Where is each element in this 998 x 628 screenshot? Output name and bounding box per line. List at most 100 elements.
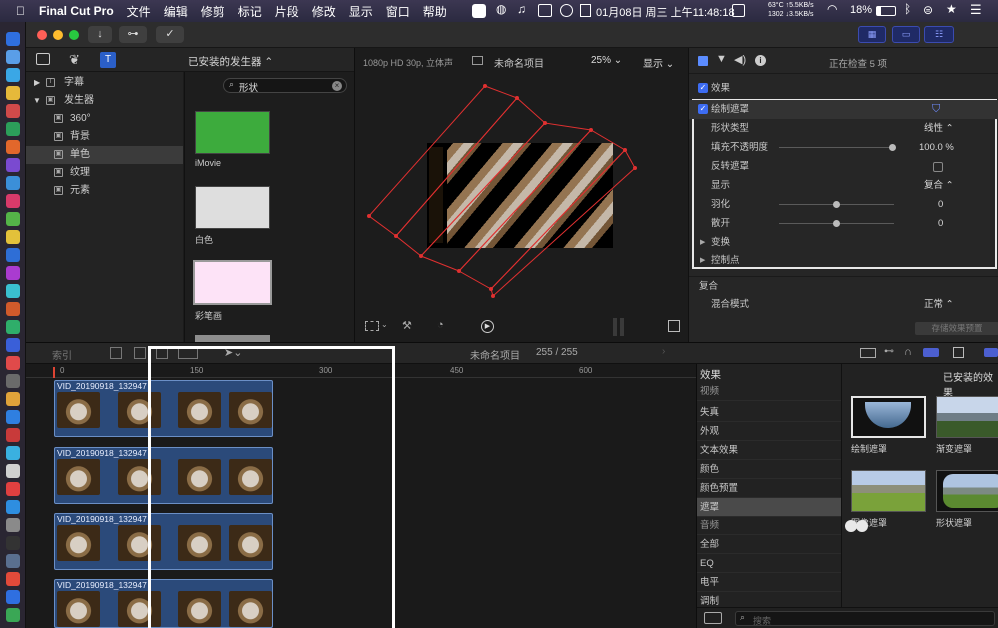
dock-app-icon[interactable] <box>6 446 20 460</box>
globe-icon[interactable]: ◍ <box>496 2 506 16</box>
show-timeline-button[interactable]: ▭ <box>892 26 920 43</box>
clapper-icon[interactable] <box>36 53 50 65</box>
blend-mode-select[interactable]: 正常 ⌃ <box>924 295 954 314</box>
info-icon[interactable]: i <box>755 55 766 66</box>
menu-help[interactable]: 帮助 <box>423 3 447 20</box>
dock-app-icon[interactable] <box>6 320 20 334</box>
close-window-button[interactable] <box>37 30 47 40</box>
effects-category-video[interactable]: 视频 <box>697 382 841 401</box>
dock-app-icon[interactable] <box>6 104 20 118</box>
save-effects-preset-button[interactable]: 存储效果预置 <box>915 322 998 335</box>
show-inspector-button[interactable]: ☷ <box>924 26 954 43</box>
dock-app-icon[interactable] <box>6 608 20 622</box>
dock-app-icon[interactable] <box>6 500 20 514</box>
menu-trim[interactable]: 修剪 <box>201 3 225 20</box>
import-button[interactable]: ↓ <box>88 26 112 43</box>
dock-app-icon[interactable] <box>6 338 20 352</box>
titles-generators-icon[interactable]: T <box>100 52 116 68</box>
invert-mask-checkbox[interactable] <box>933 162 943 172</box>
feather-slider[interactable] <box>779 201 894 208</box>
video-clip[interactable]: VID_20190918_132947 <box>54 447 273 504</box>
dock-app-icon[interactable] <box>6 212 20 226</box>
dock-app-icon[interactable] <box>6 554 20 568</box>
sidebar-item-elements[interactable]: ▣ 元素 <box>26 182 183 200</box>
menu-file[interactable]: 文件 <box>127 3 151 20</box>
shape-mask-overlay[interactable] <box>355 48 689 342</box>
dock-app-icon[interactable] <box>6 122 20 136</box>
sidebar-item-backgrounds[interactable]: ▣ 背景 <box>26 128 183 146</box>
menu-window[interactable]: 窗口 <box>386 3 410 20</box>
zoom-window-button[interactable] <box>69 30 79 40</box>
background-tasks-button[interactable]: ✓ <box>156 26 184 43</box>
fill-opacity-slider[interactable] <box>779 144 896 151</box>
dock-app-icon[interactable] <box>6 392 20 406</box>
zoom-slider-icon[interactable]: ⊷ <box>884 346 894 357</box>
generator-thumbnail-partial[interactable] <box>195 335 270 342</box>
effects-checkbox[interactable]: ✓ <box>698 83 708 93</box>
apple-icon[interactable]:  <box>16 4 25 18</box>
effects-browser-toggle[interactable] <box>984 348 998 357</box>
draw-mask-header[interactable]: ✓ 绘制遮罩 ⛉ <box>689 100 998 119</box>
show-browser-button[interactable]: ▦ <box>858 26 886 43</box>
effects-category[interactable]: 颜色预置 <box>697 479 841 498</box>
play-button[interactable]: ▶ <box>481 320 494 333</box>
audio-inspector-tab[interactable]: ◀) <box>734 53 746 66</box>
dock-app-icon[interactable] <box>6 284 20 298</box>
video-clip[interactable]: VID_20190918_132947 <box>54 380 273 437</box>
music-icon[interactable]: ♫ <box>517 2 526 16</box>
color-inspector-tab[interactable]: ▼ <box>716 53 727 65</box>
forward-arrow-icon[interactable]: › <box>662 346 665 357</box>
effects-category[interactable]: 电平 <box>697 573 841 592</box>
keyword-button[interactable]: ⊶ <box>119 26 147 43</box>
effect-tile[interactable]: 渐变遮罩 <box>936 396 998 455</box>
filmstrip-icon[interactable] <box>953 347 964 358</box>
generators-dropdown[interactable]: 已安装的发生器 ⌃ <box>188 54 273 69</box>
status-app-icon[interactable] <box>472 4 486 18</box>
dock-app-icon[interactable] <box>6 194 20 208</box>
onscreen-control-icon[interactable]: ⛉ <box>932 100 940 119</box>
menu-modify[interactable]: 修改 <box>312 3 336 20</box>
dock-app-icon[interactable] <box>6 266 20 280</box>
speed-gauge-icon[interactable]: ◔ <box>437 319 444 331</box>
video-inspector-tab[interactable] <box>698 56 708 66</box>
chevron-down-icon[interactable]: ⌄ <box>381 320 388 329</box>
dock-app-icon[interactable] <box>6 572 20 586</box>
slider-knob[interactable] <box>833 201 840 208</box>
effects-category-audio[interactable]: 音频 <box>697 516 841 535</box>
arrow-tool-icon[interactable]: ➤⌄ <box>224 346 242 359</box>
append-clip-icon[interactable] <box>156 347 168 359</box>
headphones-icon[interactable]: ∩ <box>904 346 912 358</box>
shape-type-select[interactable]: 线性 ⌃ <box>924 119 954 138</box>
dock-app-icon[interactable] <box>6 140 20 154</box>
effects-category[interactable]: 外观 <box>697 422 841 441</box>
clipboard-icon[interactable] <box>580 4 591 17</box>
fill-opacity-value[interactable]: 100.0 % <box>919 138 954 157</box>
menu-edit[interactable]: 编辑 <box>164 3 188 20</box>
transform-icon[interactable] <box>365 321 379 331</box>
inspector-row[interactable]: ▶ 变换 <box>689 233 998 252</box>
minimize-window-button[interactable] <box>53 30 63 40</box>
dock-app-icon[interactable] <box>6 356 20 370</box>
falloff-value[interactable]: 0 <box>938 214 943 233</box>
timeline-ruler[interactable]: 0 150 300 450 600 <box>26 364 696 378</box>
monitor-icon[interactable] <box>732 4 745 17</box>
sidebar-toggle-icon[interactable] <box>704 612 722 624</box>
effects-category[interactable]: 全部 <box>697 535 841 554</box>
control-center-icon[interactable]: ⊜ <box>923 3 933 17</box>
falloff-slider[interactable] <box>779 220 894 227</box>
menu-mark[interactable]: 标记 <box>238 3 262 20</box>
disclosure-right-icon[interactable]: ▶ <box>34 74 40 92</box>
disclosure-right-icon[interactable]: ▶ <box>700 233 705 252</box>
dock-app-icon[interactable] <box>6 464 20 478</box>
dock-app-icon[interactable] <box>6 86 20 100</box>
effects-category[interactable]: 颜色 <box>697 460 841 479</box>
dock-app-icon[interactable] <box>6 32 20 46</box>
timer-icon[interactable] <box>560 4 573 17</box>
dock-app-icon[interactable] <box>6 50 20 64</box>
search-field[interactable]: ⌕ 形状 × <box>223 78 347 94</box>
solo-toggle[interactable] <box>923 348 939 357</box>
disclosure-right-icon[interactable]: ▶ <box>700 251 705 270</box>
dock-app-icon[interactable] <box>6 158 20 172</box>
dock-app-icon[interactable] <box>6 68 20 82</box>
effects-search-placeholder[interactable]: 搜索 <box>753 614 771 627</box>
